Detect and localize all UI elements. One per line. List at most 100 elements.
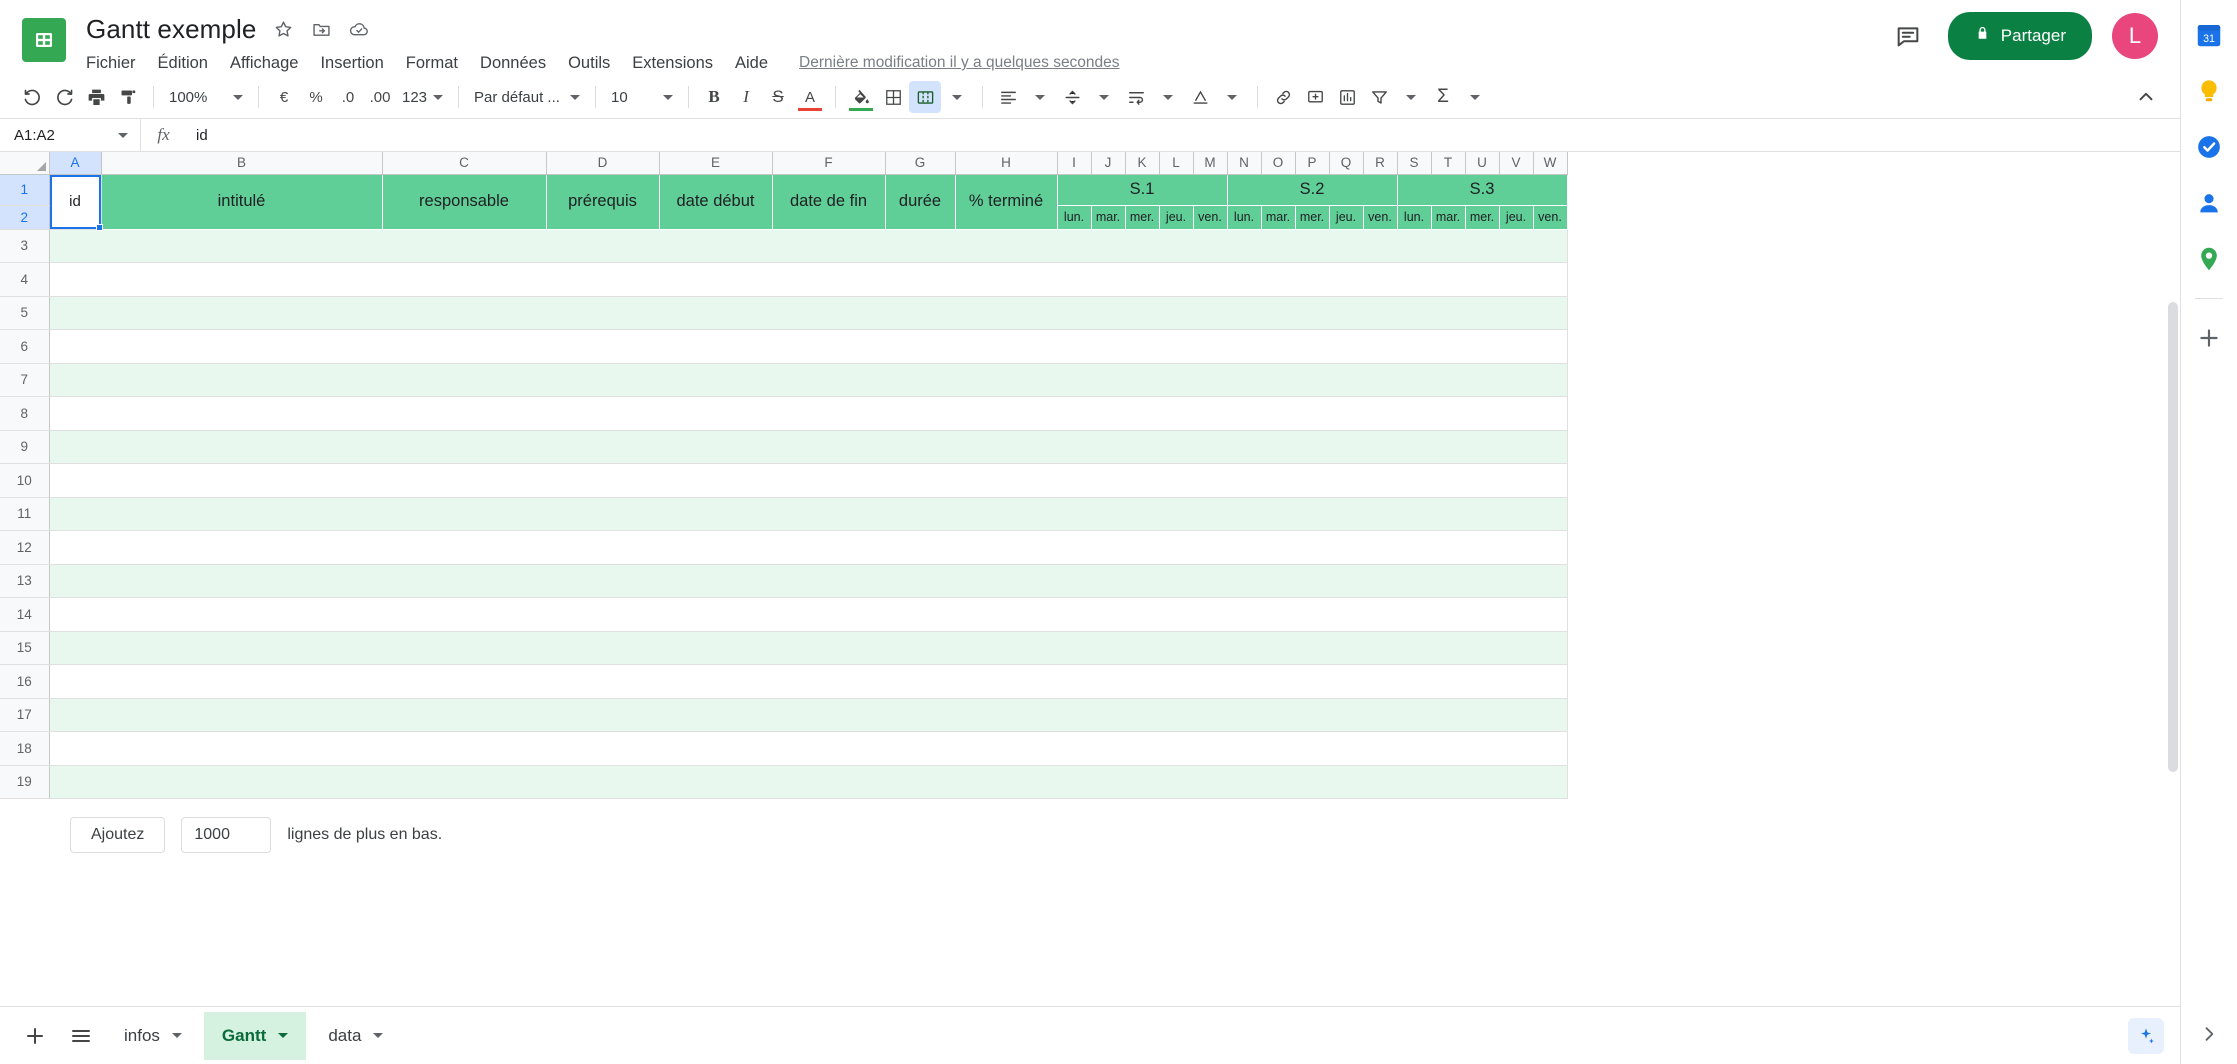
menu-format[interactable]: Format bbox=[395, 52, 469, 75]
column-header-p[interactable]: P bbox=[1295, 152, 1330, 175]
row-header-7[interactable]: 7 bbox=[0, 363, 50, 397]
undo-icon[interactable] bbox=[16, 81, 48, 113]
row-cells-15[interactable] bbox=[49, 631, 1568, 665]
row-header-12[interactable]: 12 bbox=[0, 530, 50, 565]
filter-caret[interactable] bbox=[1395, 81, 1427, 113]
cell-day-11[interactable]: lun. bbox=[1397, 205, 1432, 230]
add-rows-button[interactable]: Ajoutez bbox=[70, 817, 166, 853]
vertical-align-icon[interactable] bbox=[1056, 81, 1088, 113]
comment-history-icon[interactable] bbox=[1888, 16, 1928, 56]
vertical-scrollbar[interactable] bbox=[2168, 302, 2178, 772]
borders-icon[interactable] bbox=[877, 81, 909, 113]
column-header-m[interactable]: M bbox=[1193, 152, 1228, 175]
column-header-k[interactable]: K bbox=[1125, 152, 1160, 175]
cell-week-s3[interactable]: S.3 bbox=[1397, 174, 1568, 206]
row-header-8[interactable]: 8 bbox=[0, 396, 50, 431]
column-header-l[interactable]: L bbox=[1159, 152, 1194, 175]
menu-fichier[interactable]: Fichier bbox=[86, 52, 147, 75]
row-header-14[interactable]: 14 bbox=[0, 597, 50, 632]
cell-h1-pct-termine[interactable]: % terminé bbox=[955, 174, 1058, 230]
paint-format-icon[interactable] bbox=[112, 81, 144, 113]
sheet-tab-data[interactable]: data bbox=[310, 1012, 401, 1060]
column-header-o[interactable]: O bbox=[1261, 152, 1296, 175]
star-icon[interactable] bbox=[272, 18, 294, 40]
row-cells-18[interactable] bbox=[49, 731, 1568, 766]
print-icon[interactable] bbox=[80, 81, 112, 113]
row-header-3[interactable]: 3 bbox=[0, 229, 50, 263]
percent-format-button[interactable]: % bbox=[300, 81, 332, 113]
document-title[interactable]: Gantt exemple bbox=[86, 14, 256, 45]
menu-outils[interactable]: Outils bbox=[557, 52, 621, 75]
font-family-select[interactable]: Par défaut ... bbox=[468, 82, 586, 112]
menu-aide[interactable]: Aide bbox=[724, 52, 779, 75]
explore-icon[interactable] bbox=[2128, 1018, 2164, 1054]
cell-day-15[interactable]: ven. bbox=[1533, 205, 1568, 230]
add-addon-icon[interactable] bbox=[2192, 321, 2226, 355]
row-cells-19[interactable] bbox=[49, 765, 1568, 799]
cell-f1-date-fin[interactable]: date de fin bbox=[772, 174, 886, 230]
row-cells-3[interactable] bbox=[49, 229, 1568, 263]
last-modification-link[interactable]: Dernière modification il y a quelques se… bbox=[799, 54, 1120, 72]
expand-side-panel-icon[interactable] bbox=[2199, 1024, 2219, 1050]
row-header-19[interactable]: 19 bbox=[0, 765, 50, 799]
avatar[interactable]: L bbox=[2112, 13, 2158, 59]
insert-chart-icon[interactable] bbox=[1331, 81, 1363, 113]
row-cells-13[interactable] bbox=[49, 564, 1568, 598]
column-header-q[interactable]: Q bbox=[1329, 152, 1364, 175]
cell-day-12[interactable]: mar. bbox=[1431, 205, 1466, 230]
sheet-tab-infos[interactable]: infos bbox=[106, 1012, 200, 1060]
insert-link-icon[interactable] bbox=[1267, 81, 1299, 113]
row-cells-7[interactable] bbox=[49, 363, 1568, 397]
move-to-folder-icon[interactable] bbox=[310, 18, 332, 40]
menu-donnees[interactable]: Données bbox=[469, 52, 557, 75]
row-header-11[interactable]: 11 bbox=[0, 497, 50, 531]
row-cells-4[interactable] bbox=[49, 262, 1568, 297]
vertical-align-caret[interactable] bbox=[1088, 81, 1120, 113]
cell-c1-responsable[interactable]: responsable bbox=[382, 174, 547, 230]
cell-day-5[interactable]: ven. bbox=[1193, 205, 1228, 230]
menu-extensions[interactable]: Extensions bbox=[621, 52, 724, 75]
row-cells-9[interactable] bbox=[49, 430, 1568, 464]
text-rotation-icon[interactable] bbox=[1184, 81, 1216, 113]
row-header-1[interactable]: 1 bbox=[0, 174, 50, 206]
cell-a1-id[interactable]: id bbox=[49, 174, 103, 231]
row-header-6[interactable]: 6 bbox=[0, 329, 50, 364]
column-header-h[interactable]: H bbox=[955, 152, 1058, 175]
cell-day-6[interactable]: lun. bbox=[1227, 205, 1262, 230]
cell-day-10[interactable]: ven. bbox=[1363, 205, 1398, 230]
cell-week-s1[interactable]: S.1 bbox=[1057, 174, 1228, 206]
row-header-13[interactable]: 13 bbox=[0, 564, 50, 598]
column-header-g[interactable]: G bbox=[885, 152, 956, 175]
cell-d1-prerequis[interactable]: prérequis bbox=[546, 174, 660, 230]
row-header-18[interactable]: 18 bbox=[0, 731, 50, 766]
italic-button[interactable]: I bbox=[730, 81, 762, 113]
zoom-select[interactable]: 100% bbox=[163, 82, 249, 112]
column-header-d[interactable]: D bbox=[546, 152, 660, 175]
google-keep-icon[interactable] bbox=[2192, 74, 2226, 108]
cloud-saved-icon[interactable] bbox=[348, 18, 370, 40]
menu-affichage[interactable]: Affichage bbox=[219, 52, 310, 75]
text-rotation-caret[interactable] bbox=[1216, 81, 1248, 113]
formula-input[interactable]: id bbox=[186, 127, 2180, 144]
column-header-s[interactable]: S bbox=[1397, 152, 1432, 175]
column-header-v[interactable]: V bbox=[1499, 152, 1534, 175]
bold-button[interactable]: B bbox=[698, 81, 730, 113]
cell-day-1[interactable]: lun. bbox=[1057, 205, 1092, 230]
column-header-b[interactable]: B bbox=[101, 152, 383, 175]
column-header-f[interactable]: F bbox=[772, 152, 886, 175]
row-header-15[interactable]: 15 bbox=[0, 631, 50, 665]
row-header-17[interactable]: 17 bbox=[0, 698, 50, 732]
column-header-r[interactable]: R bbox=[1363, 152, 1398, 175]
functions-caret[interactable] bbox=[1459, 81, 1491, 113]
text-wrap-caret[interactable] bbox=[1152, 81, 1184, 113]
row-header-9[interactable]: 9 bbox=[0, 430, 50, 464]
filter-icon[interactable] bbox=[1363, 81, 1395, 113]
cell-day-4[interactable]: jeu. bbox=[1159, 205, 1194, 230]
strikethrough-button[interactable]: S bbox=[762, 81, 794, 113]
font-size-select[interactable]: 10 bbox=[605, 82, 679, 112]
cell-day-9[interactable]: jeu. bbox=[1329, 205, 1364, 230]
cell-week-s2[interactable]: S.2 bbox=[1227, 174, 1398, 206]
column-header-e[interactable]: E bbox=[659, 152, 773, 175]
number-format-select[interactable]: 123 bbox=[396, 82, 449, 112]
row-header-16[interactable]: 16 bbox=[0, 664, 50, 699]
